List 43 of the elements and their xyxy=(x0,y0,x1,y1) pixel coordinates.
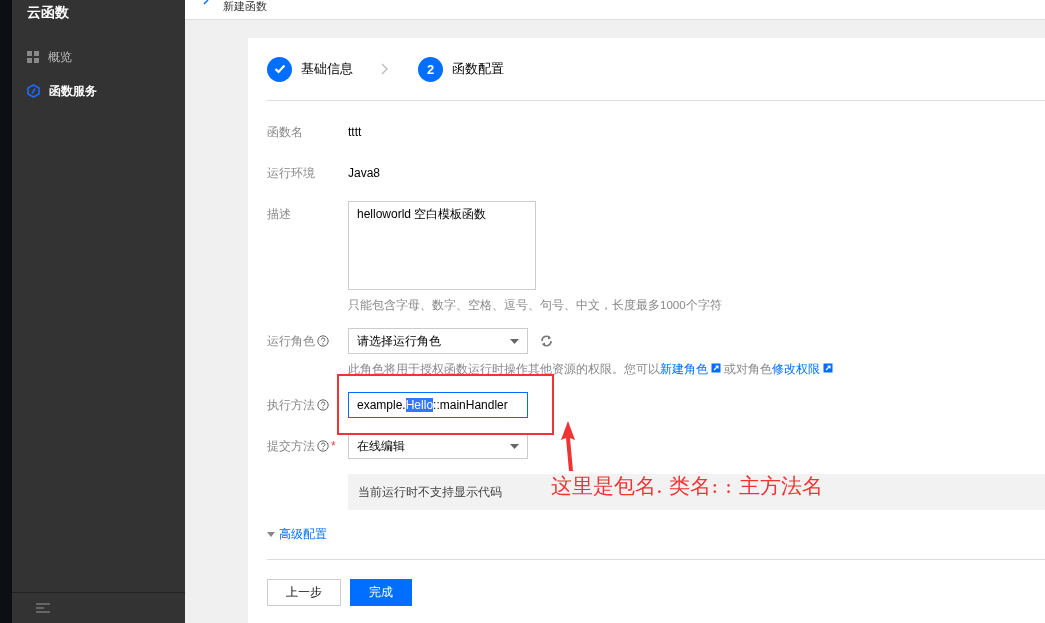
sidebar-item[interactable]: 函数服务 xyxy=(27,81,185,101)
external-link-icon[interactable] xyxy=(711,363,721,373)
finish-button[interactable]: 完成 xyxy=(350,579,412,606)
step-label: 基础信息 xyxy=(301,60,353,78)
sidebar-item[interactable]: 概览 xyxy=(27,47,185,67)
advanced-toggle[interactable]: 高级配置 xyxy=(267,526,1045,543)
caret-icon xyxy=(267,532,275,537)
description-field[interactable]: helloworld 空白模板函数 xyxy=(348,201,536,290)
help-icon[interactable] xyxy=(317,440,329,452)
required-mark: * xyxy=(331,438,336,455)
link[interactable]: 新建角色 xyxy=(660,363,708,375)
handler-field[interactable]: example.Hello::mainHandler xyxy=(348,392,528,418)
step-label: 函数配置 xyxy=(452,60,504,78)
annotation-arrow xyxy=(558,420,578,472)
help-icon[interactable] xyxy=(317,399,329,411)
sidebar-title: 云函数 xyxy=(26,3,70,22)
annotation-text: 这里是包名. 类名: : 主方法名 xyxy=(551,473,823,500)
select-field[interactable]: 在线编辑 xyxy=(348,433,528,459)
step-number: 2 xyxy=(418,56,443,82)
page-title: 新建函数 xyxy=(223,0,267,12)
hexagon-icon xyxy=(27,84,40,98)
field-label: 描述 xyxy=(267,206,291,223)
refresh-icon[interactable] xyxy=(540,334,553,348)
field-label: 运行角色 xyxy=(267,333,315,350)
caret-icon xyxy=(510,443,519,449)
chevron-icon xyxy=(381,63,388,75)
select-field[interactable]: 请选择运行角色 xyxy=(348,328,528,354)
field-label: 函数名 xyxy=(267,124,303,141)
field-label: 运行环境 xyxy=(267,165,315,182)
link[interactable]: 修改权限 xyxy=(772,363,820,375)
field-value: tttt xyxy=(348,124,362,141)
selected-text: Hello xyxy=(405,398,434,412)
field-label: 提交方法 xyxy=(267,438,315,455)
field-hint: 只能包含字母、数字、空格、逗号、句号、中文，长度最多1000个字符 xyxy=(348,298,722,313)
field-hint: 此角色将用于授权函数运行时操作其他资源的权限。您可以新建角色 或对角色修改权限 xyxy=(348,362,836,377)
field-label: 执行方法 xyxy=(267,397,315,414)
back-button[interactable]: 上一步 xyxy=(267,579,341,606)
caret-icon xyxy=(510,338,519,344)
external-link-icon[interactable] xyxy=(823,363,833,373)
grid-icon xyxy=(27,51,39,63)
field-value: Java8 xyxy=(348,165,381,182)
collapse-icon[interactable] xyxy=(36,603,50,613)
help-icon[interactable] xyxy=(317,335,329,347)
